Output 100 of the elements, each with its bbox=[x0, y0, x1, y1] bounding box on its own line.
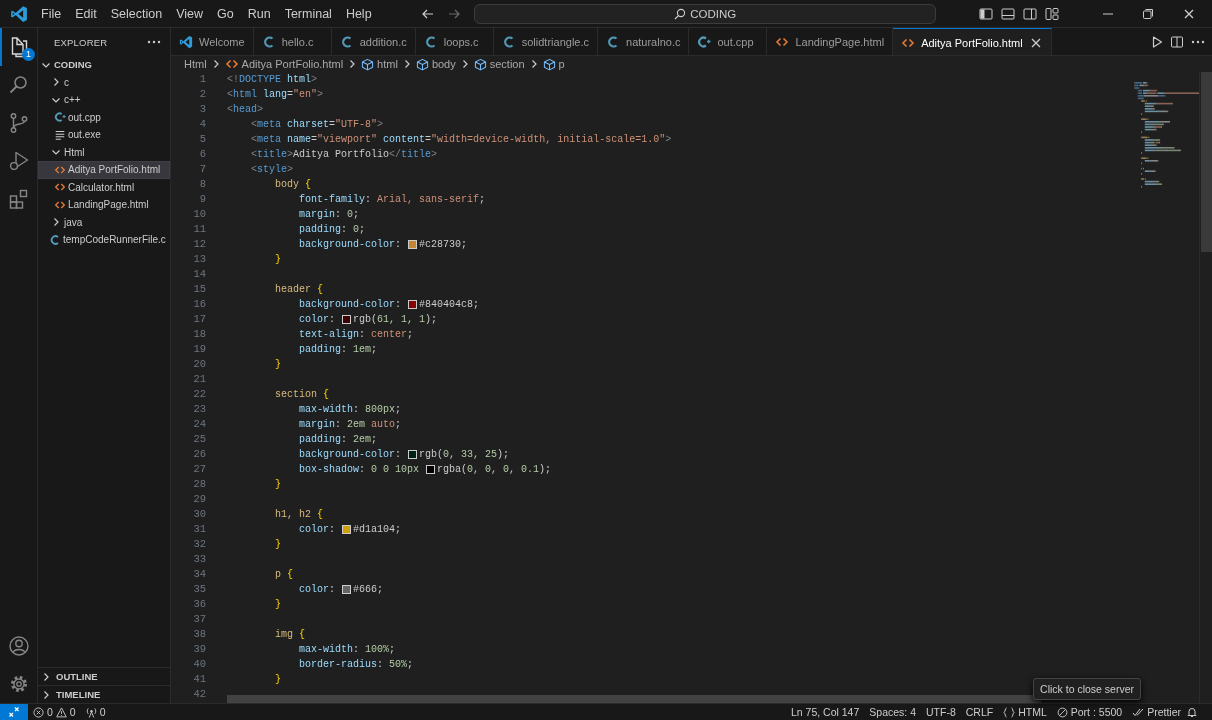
notification-badge: 1 bbox=[22, 48, 35, 61]
breadcrumb-item[interactable]: body bbox=[415, 57, 456, 71]
restore-icon[interactable] bbox=[1142, 7, 1154, 20]
run-icon[interactable] bbox=[1150, 34, 1164, 49]
status-item[interactable]: UTF-8 bbox=[921, 706, 961, 718]
line-number: 1 bbox=[198, 72, 207, 87]
remote-button[interactable] bbox=[0, 704, 28, 720]
code-text: max-width: 100%; bbox=[298, 643, 396, 657]
status-item[interactable]: CRLF bbox=[960, 706, 999, 718]
status-item[interactable]: Port : 5500 bbox=[1051, 706, 1128, 718]
error-icon bbox=[33, 706, 44, 718]
code-text: color: bbox=[298, 313, 337, 327]
code-text: } bbox=[274, 253, 281, 267]
tree-item[interactable]: tempCodeRunnerFile.c bbox=[38, 231, 170, 249]
code-text: #d1a104; bbox=[353, 523, 402, 537]
menu-item[interactable]: Run bbox=[240, 3, 278, 24]
split-layout-icon[interactable] bbox=[1022, 5, 1038, 22]
line-number: 17 bbox=[192, 312, 207, 327]
tree-item[interactable]: out.cpp bbox=[38, 108, 170, 126]
command-center-search[interactable]: CODING bbox=[474, 3, 937, 24]
line-number: 36 bbox=[192, 597, 207, 612]
code-text: <title>Aditya Portfolio</title> bbox=[250, 148, 438, 162]
color-swatch[interactable] bbox=[342, 525, 352, 534]
problems-status[interactable]: 0 0 bbox=[28, 706, 81, 718]
cube-icon bbox=[473, 57, 487, 71]
code-text: <meta name="viewport" content="width=device-width, initial-scale=1.0"> bbox=[250, 133, 672, 147]
breadcrumb-item[interactable]: html bbox=[361, 57, 398, 71]
panel-layout-icon[interactable] bbox=[1000, 5, 1016, 22]
status-item[interactable]: HTML bbox=[998, 706, 1052, 718]
code-text: background-color: bbox=[298, 448, 403, 462]
line-number: 9 bbox=[198, 192, 207, 207]
tree-item[interactable]: java bbox=[38, 213, 170, 231]
menu-item[interactable]: File bbox=[34, 3, 69, 24]
account-icon[interactable] bbox=[6, 634, 31, 658]
c-file-icon bbox=[261, 34, 276, 49]
cpp-file-icon bbox=[697, 34, 712, 49]
code-text: body { bbox=[274, 178, 312, 192]
line-number: 18 bbox=[192, 327, 207, 342]
menu-item[interactable]: Edit bbox=[68, 3, 104, 24]
sidebar-layout-icon[interactable] bbox=[978, 5, 994, 22]
c-file-icon bbox=[339, 34, 354, 49]
tree-item[interactable]: out.exe bbox=[38, 126, 170, 144]
color-swatch[interactable] bbox=[426, 465, 436, 474]
editor-tab[interactable]: Aditya PortFolio.html bbox=[893, 28, 1052, 55]
code-text: <style> bbox=[250, 163, 294, 177]
breadcrumb-item[interactable]: Html bbox=[184, 58, 207, 70]
color-swatch[interactable] bbox=[342, 585, 352, 594]
bell-icon[interactable] bbox=[1186, 706, 1198, 718]
line-number: 6 bbox=[198, 147, 207, 162]
c-file-icon bbox=[606, 34, 620, 49]
menu-item[interactable]: Go bbox=[210, 3, 241, 24]
folder-header[interactable]: CODING bbox=[38, 56, 170, 74]
split-editor-icon[interactable] bbox=[1170, 34, 1184, 49]
status-item[interactable]: Spaces: 4 bbox=[864, 706, 921, 718]
tree-item[interactable]: Calculator.html bbox=[38, 178, 170, 196]
color-swatch[interactable] bbox=[408, 240, 418, 249]
line-number: 20 bbox=[192, 357, 207, 372]
line-number: 16 bbox=[192, 297, 207, 312]
menu-item[interactable]: View bbox=[169, 3, 210, 24]
code-text: #666; bbox=[353, 583, 384, 597]
code-text: #840404c8; bbox=[419, 298, 480, 312]
tree-item[interactable]: LandingPage.html bbox=[38, 196, 170, 214]
line-number: 34 bbox=[192, 567, 207, 582]
line-number: 27 bbox=[192, 462, 207, 477]
tree-item[interactable]: Html bbox=[38, 143, 170, 161]
tree-item[interactable]: c bbox=[38, 73, 170, 91]
line-number: 41 bbox=[192, 672, 207, 687]
customize-layout-icon[interactable] bbox=[1044, 5, 1060, 22]
section-header[interactable]: OUTLINE bbox=[38, 667, 170, 685]
line-number: 29 bbox=[192, 492, 207, 507]
code-text: img { bbox=[274, 628, 306, 642]
menu-item[interactable]: Help bbox=[338, 3, 379, 24]
code-text: <head> bbox=[227, 103, 264, 117]
circle-slash-icon bbox=[1056, 706, 1068, 718]
cube-icon bbox=[361, 57, 375, 71]
ports-status[interactable]: 0 bbox=[80, 706, 111, 718]
breadcrumb-item[interactable]: Aditya PortFolio.html bbox=[224, 57, 344, 71]
status-item[interactable]: Prettier bbox=[1127, 706, 1186, 718]
tree-item[interactable]: Aditya PortFolio.html bbox=[38, 161, 170, 179]
breadcrumb-item[interactable]: section bbox=[473, 57, 525, 71]
line-number: 8 bbox=[198, 177, 207, 192]
code-text: max-width: 800px; bbox=[298, 403, 402, 417]
code-text: } bbox=[274, 478, 281, 492]
code-text: rgb(0, 33, 25); bbox=[419, 448, 510, 462]
menu-item[interactable]: Selection bbox=[103, 3, 170, 24]
line-number: 40 bbox=[192, 657, 207, 672]
line-number: 35 bbox=[192, 582, 207, 597]
code-text: #c28730; bbox=[419, 238, 468, 252]
color-swatch[interactable] bbox=[408, 450, 418, 459]
line-number: 12 bbox=[192, 237, 207, 252]
warning-icon bbox=[55, 706, 67, 718]
code-text: } bbox=[274, 538, 281, 552]
color-swatch[interactable] bbox=[408, 300, 418, 309]
menu-item[interactable]: Terminal bbox=[277, 3, 339, 24]
color-swatch[interactable] bbox=[342, 315, 352, 324]
tree-item[interactable]: c++ bbox=[38, 91, 170, 109]
remote-icon bbox=[8, 706, 20, 718]
breadcrumb-item[interactable]: p bbox=[542, 57, 565, 71]
line-number: 33 bbox=[192, 552, 207, 567]
status-item[interactable]: Ln 75, Col 147 bbox=[786, 706, 865, 718]
